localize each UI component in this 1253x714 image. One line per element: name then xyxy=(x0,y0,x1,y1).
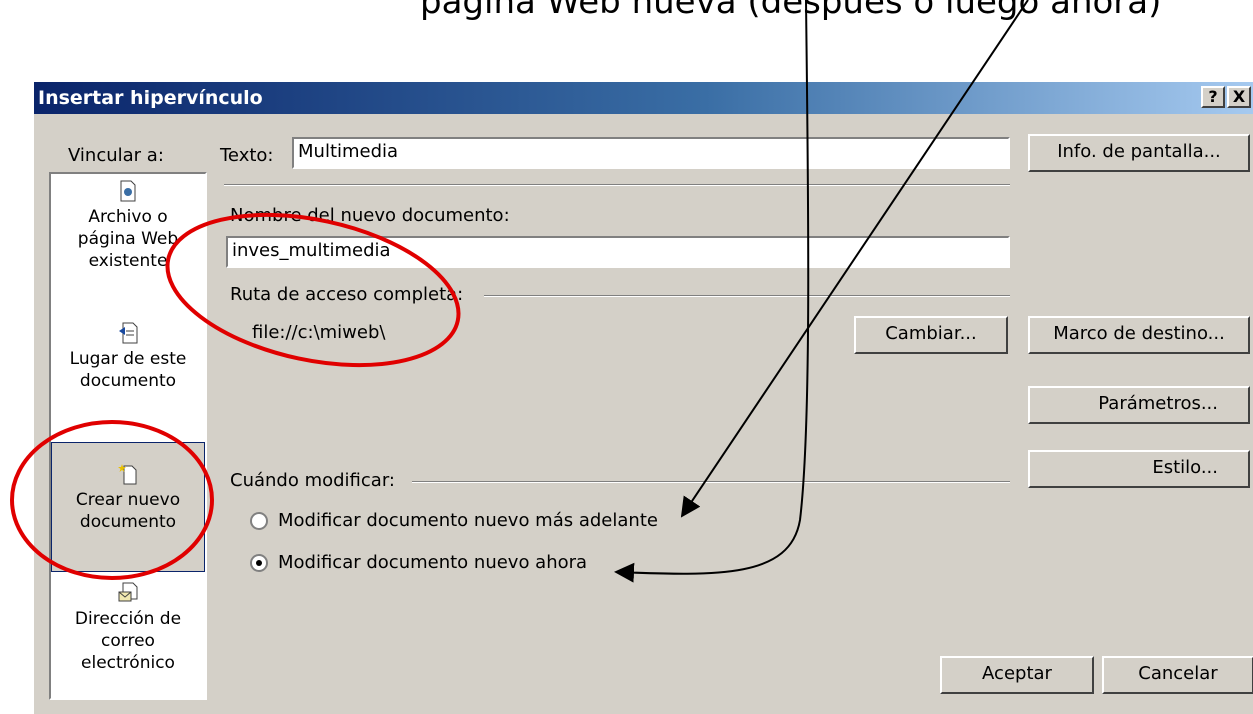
sidebar-item-label: documento xyxy=(79,512,177,532)
text-input[interactable]: Multimedia xyxy=(292,137,1010,169)
place-in-document-icon xyxy=(119,322,138,344)
help-button[interactable]: ? xyxy=(1201,86,1225,108)
caption-text: página Web nueva (después o luego ahora) xyxy=(420,0,1162,22)
sidebar-item-label: existente xyxy=(88,251,168,271)
sidebar-item-label: correo xyxy=(101,631,155,651)
separator xyxy=(412,481,1010,483)
radio-edit-later-label[interactable]: Modificar documento nuevo más adelante xyxy=(278,510,658,531)
sidebar-item-label: Archivo o xyxy=(88,207,168,227)
close-button[interactable]: X xyxy=(1227,86,1251,108)
radio-selected-dot xyxy=(256,560,262,566)
separator xyxy=(484,295,1010,297)
cancel-button[interactable]: Cancelar xyxy=(1102,656,1253,694)
full-path-value: file://c:\miweb\ xyxy=(252,322,386,343)
full-path-label: Ruta de acceso completa: xyxy=(230,284,464,305)
sidebar-item-existing-file[interactable]: Archivo o página Web existente xyxy=(51,180,205,272)
web-page-icon xyxy=(120,180,136,202)
style-button[interactable]: Estilo... xyxy=(1028,450,1250,488)
link-to-label: Vincular a: xyxy=(68,145,164,166)
parameters-button[interactable]: Parámetros... xyxy=(1028,386,1250,424)
sidebar-item-create-new-document[interactable]: Crear nuevo documento xyxy=(51,442,205,572)
change-button[interactable]: Cambiar... xyxy=(854,316,1008,354)
when-to-edit-label: Cuándo modificar: xyxy=(230,470,395,491)
dialog-title: Insertar hipervínculo xyxy=(38,87,263,109)
sidebar-item-label: página Web xyxy=(77,229,179,249)
radio-edit-later[interactable] xyxy=(250,512,268,530)
text-label: Texto: xyxy=(220,145,274,166)
insert-hyperlink-dialog: Insertar hipervínculo ? X Vincular a: Ar… xyxy=(32,80,1253,714)
separator xyxy=(224,184,1010,186)
sidebar-item-label: electrónico xyxy=(81,653,175,673)
sidebar-item-email-address[interactable]: Dirección de correo electrónico xyxy=(51,582,205,674)
ok-button[interactable]: Aceptar xyxy=(940,656,1094,694)
radio-edit-now[interactable] xyxy=(250,554,268,572)
sidebar-item-label: Dirección de xyxy=(74,609,182,629)
radio-edit-now-label[interactable]: Modificar documento nuevo ahora xyxy=(278,552,587,573)
new-document-icon xyxy=(118,464,137,485)
sidebar-item-label: Lugar de este xyxy=(69,349,187,369)
new-document-name-label: Nombre del nuevo documento: xyxy=(230,205,510,226)
link-to-sidebar: Archivo o página Web existente Lugar de … xyxy=(49,172,207,700)
screentip-button[interactable]: Info. de pantalla... xyxy=(1028,134,1250,172)
sidebar-item-label: documento xyxy=(79,371,177,391)
new-document-name-input[interactable]: inves_multimedia xyxy=(226,236,1010,268)
email-icon xyxy=(118,582,138,602)
target-frame-button[interactable]: Marco de destino... xyxy=(1028,316,1250,354)
title-bar: Insertar hipervínculo ? X xyxy=(34,82,1253,114)
sidebar-item-place-in-document[interactable]: Lugar de este documento xyxy=(51,322,205,392)
sidebar-item-label: Crear nuevo xyxy=(75,490,181,510)
